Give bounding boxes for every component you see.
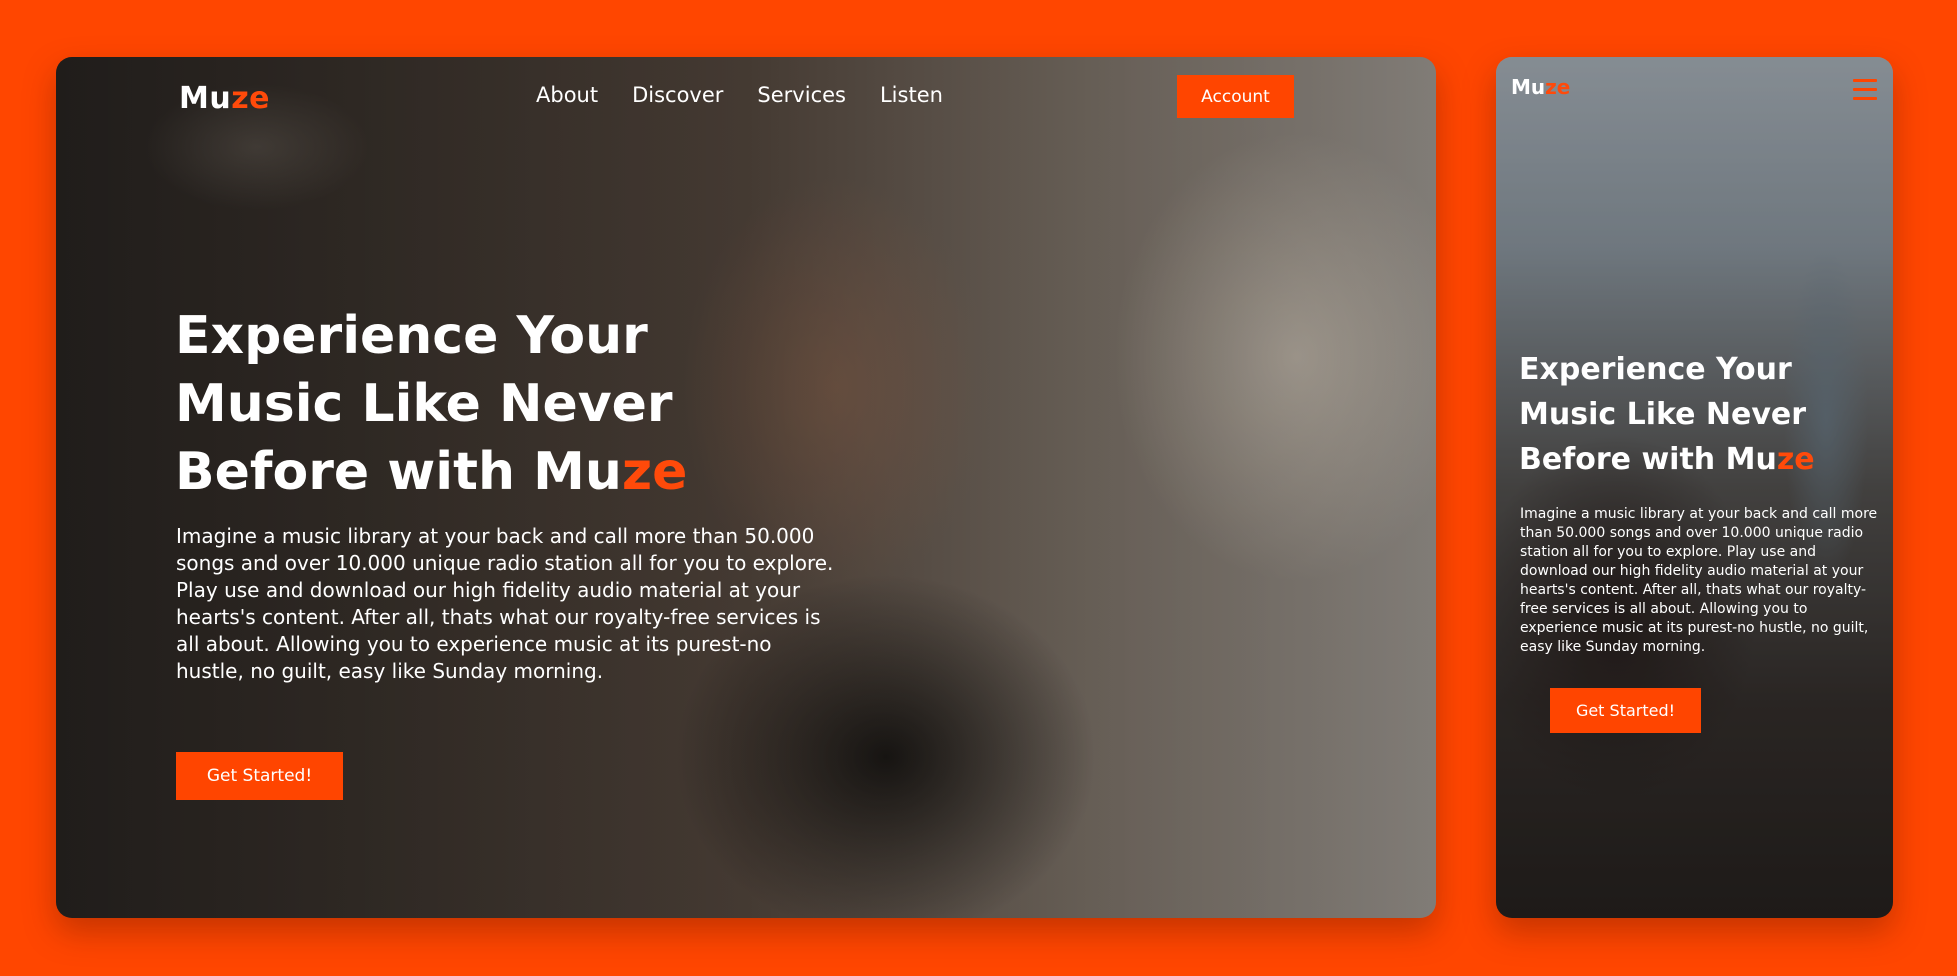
logo-accent: ze [231,81,271,116]
main-nav: About Discover Services Listen [536,83,977,107]
hero-title-accent: ze [621,442,688,502]
hamburger-menu-icon[interactable] [1853,79,1877,101]
hero-title-line-3: Before with Muze [175,438,795,506]
hero-title-line-3-main: Before with Mu [175,442,622,502]
account-button[interactable]: Account [1177,75,1294,118]
mobile-hero-title-line-1: Experience Your [1519,352,1792,387]
mobile-hero-title-accent: ze [1776,442,1815,477]
get-started-button[interactable]: Get Started! [176,752,343,800]
logo[interactable]: Muze [179,81,270,116]
mobile-hero-title-line-2: Music Like Never [1519,397,1807,432]
hero-title-line-1: Experience Your [175,306,648,366]
mobile-logo[interactable]: Muze [1511,75,1570,99]
mobile-hero-description: Imagine a music library at your back and… [1520,506,1878,655]
mobile-logo-accent: ze [1545,75,1571,99]
desktop-mockup: Muze About Discover Services Listen Acco… [56,57,1436,918]
menu-bar-top [1853,79,1877,82]
mobile-logo-main: Mu [1511,75,1546,99]
menu-bar-bottom [1853,97,1877,100]
nav-about[interactable]: About [536,83,598,107]
hero-title-line-2: Music Like Never [175,374,673,434]
logo-main: Mu [179,81,232,116]
mobile-hero-title: Experience Your Music Like Never Before … [1519,347,1869,482]
mobile-hero-title-line-3-main: Before with Mu [1519,442,1777,477]
hero-description: Imagine a music library at your back and… [176,524,834,683]
nav-discover[interactable]: Discover [632,83,723,107]
mobile-mockup: Muze Experience Your Music Like Never Be… [1496,57,1893,918]
mobile-hero-background-image [1496,57,1893,918]
mobile-hero-title-line-3: Before with Muze [1519,437,1869,482]
nav-listen[interactable]: Listen [880,83,943,107]
menu-bar-middle [1853,88,1877,91]
nav-services[interactable]: Services [757,83,846,107]
mobile-get-started-button[interactable]: Get Started! [1550,688,1701,733]
hero-title: Experience Your Music Like Never Before … [175,302,795,506]
showcase-canvas: Muze About Discover Services Listen Acco… [0,0,1957,976]
